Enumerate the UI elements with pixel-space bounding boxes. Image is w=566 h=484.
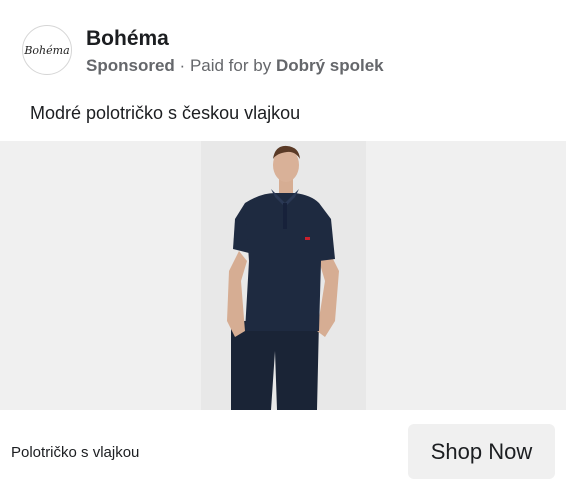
advertiser-logo-text: Bohéma bbox=[24, 43, 70, 57]
ad-footer: Polotričko s vlajkou Shop Now bbox=[0, 410, 566, 484]
product-photo[interactable] bbox=[201, 141, 366, 410]
advertiser-avatar[interactable]: Bohéma bbox=[22, 25, 72, 75]
sponsored-label: Sponsored bbox=[86, 56, 175, 75]
ad-header: Bohéma Bohéma Sponsored · Paid for by Do… bbox=[0, 0, 566, 96]
paid-for-by-name[interactable]: Dobrý spolek bbox=[276, 56, 384, 75]
meta-separator: · bbox=[179, 56, 186, 75]
ad-media[interactable] bbox=[0, 141, 566, 410]
man-in-polo-illustration bbox=[227, 145, 339, 410]
shop-now-button[interactable]: Shop Now bbox=[408, 424, 555, 479]
product-title[interactable]: Polotričko s vlajkou bbox=[11, 444, 139, 461]
paid-for-prefix: Paid for by bbox=[189, 56, 272, 75]
advertiser-name[interactable]: Bohéma bbox=[86, 27, 169, 51]
post-caption: Modré polotričko s českou vlajkou bbox=[30, 103, 301, 123]
sponsored-line: Sponsored · Paid for by Dobrý spolek bbox=[86, 56, 384, 76]
